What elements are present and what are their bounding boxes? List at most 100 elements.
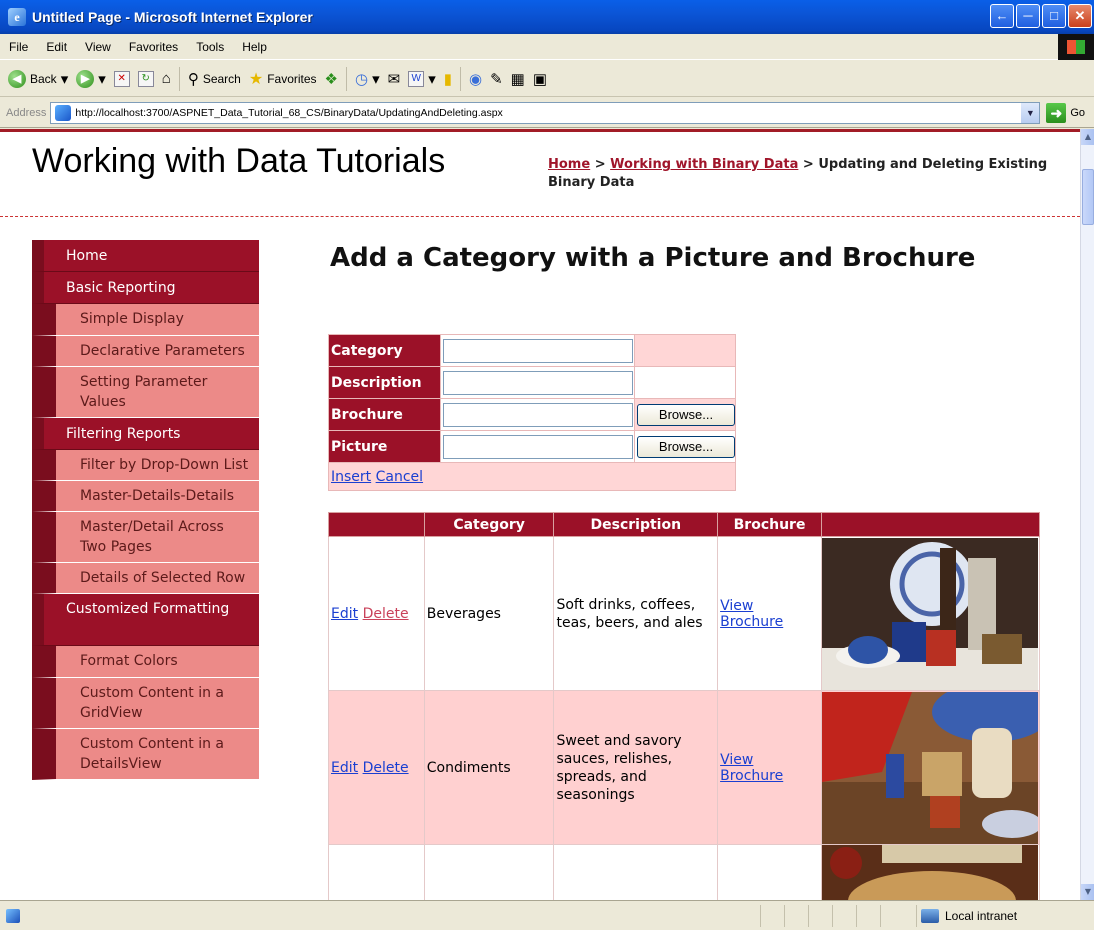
address-url[interactable]: http://localhost:3700/ASPNET_Data_Tutori… xyxy=(75,107,502,119)
go-label: Go xyxy=(1070,106,1086,119)
history-button[interactable]: ◷ ▾ xyxy=(355,70,380,88)
grid-header-brochure: Brochure xyxy=(717,512,822,537)
edit-dropdown-icon[interactable]: ▾ xyxy=(428,70,436,88)
sidebar-item-basic-reporting[interactable]: Basic Reporting xyxy=(32,272,259,304)
forward-dropdown-icon[interactable]: ▾ xyxy=(98,70,106,88)
search-button[interactable]: ⚲ Search xyxy=(188,70,241,88)
cancel-link[interactable]: Cancel xyxy=(376,469,423,485)
sidebar-item-custom-content-gridview[interactable]: Custom Content in a GridView xyxy=(32,678,259,729)
refresh-button[interactable]: ↻ xyxy=(137,70,154,87)
menu-view[interactable]: View xyxy=(76,40,120,54)
window-title: Untitled Page - Microsoft Internet Explo… xyxy=(32,9,313,25)
breadcrumb-section-link[interactable]: Working with Binary Data xyxy=(610,157,798,172)
sidebar-item-details-selected-row[interactable]: Details of Selected Row xyxy=(32,563,259,594)
brochure-file-input[interactable] xyxy=(443,402,633,427)
table-row xyxy=(328,844,1041,900)
media-button[interactable]: ❖ xyxy=(325,70,338,88)
search-icon: ⚲ xyxy=(187,70,199,88)
edit-link[interactable]: Edit xyxy=(331,606,358,622)
forward-button[interactable]: ▶ ▾ xyxy=(76,69,106,88)
windows-flag-icon xyxy=(1058,34,1094,60)
messenger-button[interactable]: ◉ xyxy=(469,70,482,88)
menu-tools[interactable]: Tools xyxy=(187,40,233,54)
back-button[interactable]: ◀ Back ▾ xyxy=(8,69,69,88)
scroll-up-icon[interactable]: ▲ xyxy=(1081,129,1094,145)
window-titlebar: e Untitled Page - Microsoft Internet Exp… xyxy=(0,0,1094,34)
table-row: Edit Delete Beverages Soft drinks, coffe… xyxy=(328,536,1041,691)
sidebar-item-home[interactable]: Home xyxy=(32,240,259,272)
page-viewport: Working with Data Tutorials Home > Worki… xyxy=(0,129,1080,900)
refresh-icon: ↻ xyxy=(137,70,154,87)
sidebar-item-custom-content-detailsview[interactable]: Custom Content in a DetailsView xyxy=(32,729,259,780)
menu-help[interactable]: Help xyxy=(233,40,276,54)
address-dropdown-icon[interactable]: ▼ xyxy=(1021,102,1040,123)
history-dropdown-icon[interactable]: ▾ xyxy=(372,70,380,88)
condiments-picture xyxy=(821,691,1038,844)
back-arrow-icon: ◀ xyxy=(8,69,26,88)
sidebar-item-filtering-reports[interactable]: Filtering Reports xyxy=(32,418,259,450)
scroll-thumb[interactable] xyxy=(1082,169,1094,225)
standard-toolbar: ◀ Back ▾ ▶ ▾ ✕ ↻ ⌂ ⚲ Search ★ Favorites … xyxy=(0,61,1094,97)
insert-link[interactable]: Insert xyxy=(331,469,371,485)
sidebar-item-setting-parameter-values[interactable]: Setting Parameter Values xyxy=(32,367,259,418)
breadcrumb-home-link[interactable]: Home xyxy=(548,157,590,172)
category-input[interactable] xyxy=(443,338,633,363)
menu-file[interactable]: File xyxy=(0,40,37,54)
table-row: Edit Delete Condiments Sweet and savory … xyxy=(328,690,1041,845)
view-brochure-link[interactable]: View Brochure xyxy=(720,752,783,784)
menu-edit[interactable]: Edit xyxy=(37,40,76,54)
globe-icon: ◉ xyxy=(469,70,483,88)
search-label: Search xyxy=(202,71,241,86)
brochure-browse-button[interactable]: Browse... xyxy=(637,403,735,426)
category-cell: Beverages xyxy=(423,536,555,691)
breadcrumb-separator: > xyxy=(798,157,819,172)
delete-link[interactable]: Delete xyxy=(363,606,409,622)
favorites-label: Favorites xyxy=(267,71,317,86)
folder-button[interactable]: ▮ xyxy=(444,70,452,88)
sidebar-item-filter-dropdown[interactable]: Filter by Drop-Down List xyxy=(32,450,259,481)
category-cell: Condiments xyxy=(423,690,555,845)
picture-file-input[interactable] xyxy=(443,434,633,459)
local-intranet-icon xyxy=(921,909,939,923)
sidebar-item-customized-formatting[interactable]: Customized Formatting xyxy=(32,594,259,646)
category-label: Category xyxy=(328,334,441,367)
brochure-label: Brochure xyxy=(328,398,441,431)
confections-picture xyxy=(821,845,1038,900)
toolbar-separator xyxy=(178,66,180,91)
sidebar-item-simple-display[interactable]: Simple Display xyxy=(32,304,259,336)
ext-button-1[interactable]: ▦ xyxy=(511,70,525,88)
picture-label: Picture xyxy=(328,430,441,463)
research-button[interactable]: ✎ xyxy=(490,70,503,88)
ie-app-icon: e xyxy=(8,8,26,26)
sidebar-item-declarative-parameters[interactable]: Declarative Parameters xyxy=(32,336,259,367)
sidebar-item-format-colors[interactable]: Format Colors xyxy=(32,646,259,678)
back-window-button[interactable]: ← xyxy=(990,4,1014,28)
home-button[interactable]: ⌂ xyxy=(162,70,171,87)
go-button[interactable]: ➜ Go xyxy=(1046,102,1086,123)
picture-browse-button[interactable]: Browse... xyxy=(637,435,735,458)
maximize-button[interactable]: □ xyxy=(1042,4,1066,28)
minimize-button[interactable]: ─ xyxy=(1016,4,1040,28)
close-button[interactable]: ✕ xyxy=(1068,4,1092,28)
delete-link[interactable]: Delete xyxy=(363,760,409,776)
description-input[interactable] xyxy=(443,370,633,395)
beverages-picture xyxy=(821,537,1038,690)
edit-word-button[interactable]: W ▾ xyxy=(408,70,436,88)
ext-button-2[interactable]: ▣ xyxy=(533,70,547,88)
mail-button[interactable]: ✉ xyxy=(388,70,401,88)
scroll-down-icon[interactable]: ▼ xyxy=(1081,884,1094,900)
address-input[interactable]: http://localhost:3700/ASPNET_Data_Tutori… xyxy=(50,101,1041,124)
view-brochure-link[interactable]: View Brochure xyxy=(720,598,783,630)
vertical-scrollbar[interactable]: ▲ ▼ xyxy=(1080,129,1094,900)
edit-link[interactable]: Edit xyxy=(331,760,358,776)
sidebar-item-master-details-details[interactable]: Master-Details-Details xyxy=(32,481,259,512)
media-icon: ❖ xyxy=(324,70,338,88)
stop-button[interactable]: ✕ xyxy=(113,70,130,87)
favorites-button[interactable]: ★ Favorites xyxy=(249,69,317,89)
menu-favorites[interactable]: Favorites xyxy=(120,40,187,54)
back-dropdown-icon[interactable]: ▾ xyxy=(61,70,69,88)
sidebar-item-master-detail-two-pages[interactable]: Master/Detail Across Two Pages xyxy=(32,512,259,563)
page-icon xyxy=(55,104,72,121)
back-label: Back xyxy=(30,71,57,86)
sidebar-nav: Home Basic Reporting Simple Display Decl… xyxy=(32,240,259,780)
